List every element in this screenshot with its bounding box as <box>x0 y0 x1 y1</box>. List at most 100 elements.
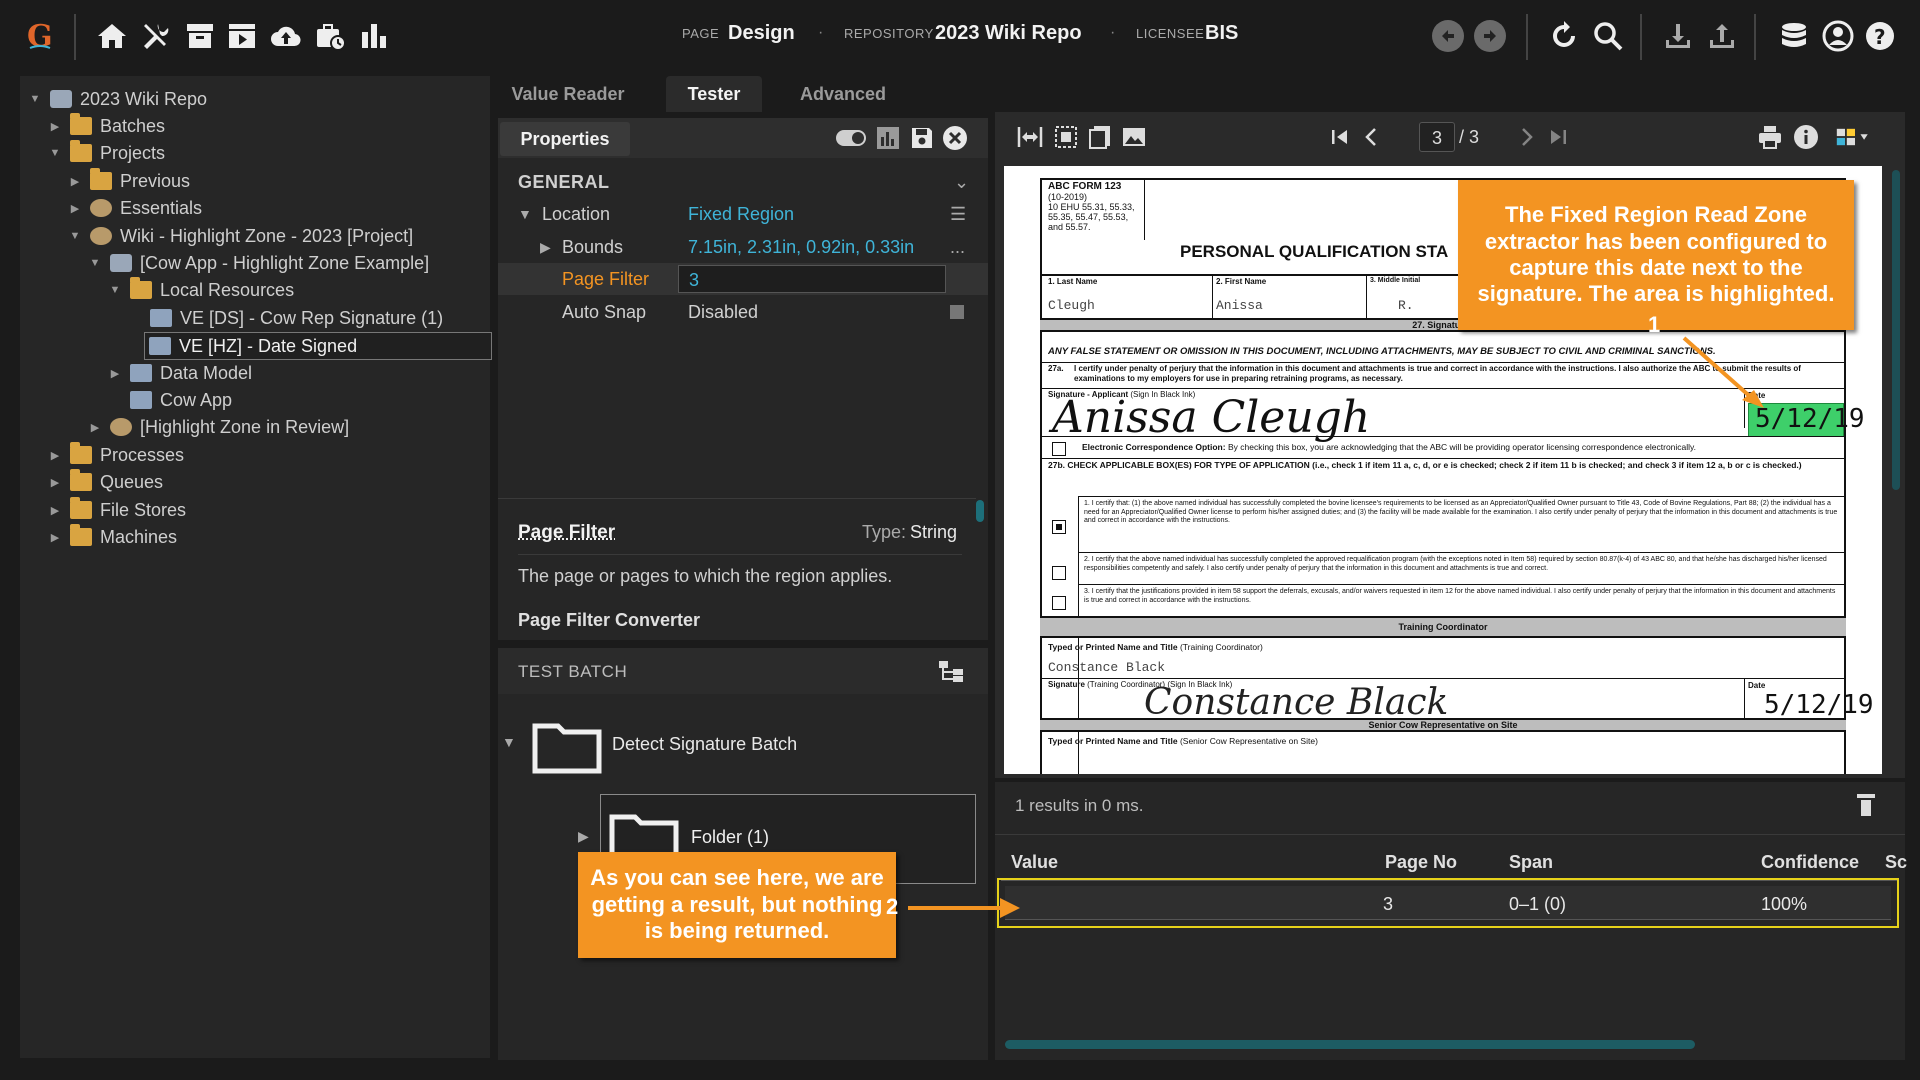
last-page-icon[interactable] <box>1543 122 1573 152</box>
chart-icon[interactable] <box>876 126 900 150</box>
tab-value-reader[interactable]: Value Reader <box>504 76 632 112</box>
training-signature: Constance Black <box>1144 682 1449 723</box>
first-page-icon[interactable] <box>1325 122 1355 152</box>
column-confidence[interactable]: Confidence <box>1761 852 1859 873</box>
properties-tab[interactable]: Properties <box>500 122 630 156</box>
folder-icon <box>130 277 152 299</box>
column-page-no[interactable]: Page No <box>1385 852 1457 873</box>
tree-node-local-resources[interactable]: ▼ Local Resources <box>108 277 294 303</box>
batch-folder-icon[interactable] <box>532 718 602 774</box>
download-icon[interactable] <box>1658 16 1698 56</box>
chevron-down-icon[interactable]: ⌄ <box>954 172 969 193</box>
bounds-value[interactable]: 7.15in, 2.31in, 0.92in, 0.33in <box>688 237 914 258</box>
cloud-upload-icon[interactable] <box>266 16 306 56</box>
next-page-icon[interactable] <box>1511 122 1541 152</box>
auto-snap-checkbox[interactable] <box>950 305 964 319</box>
section-general[interactable]: GENERAL ⌄ <box>498 166 988 198</box>
print-icon[interactable] <box>1755 122 1785 152</box>
property-auto-snap[interactable]: Auto Snap Disabled <box>498 296 988 328</box>
tree-node-machines[interactable]: ▶ Machines <box>48 524 177 550</box>
save-icon[interactable] <box>910 126 934 150</box>
tab-tester[interactable]: Tester <box>666 76 762 112</box>
more-button[interactable]: ... <box>950 237 965 258</box>
electronic-option-checkbox[interactable] <box>1052 442 1066 456</box>
run-icon[interactable] <box>222 16 262 56</box>
chart-icon[interactable] <box>354 16 394 56</box>
page-number-input[interactable]: 3 <box>1419 122 1455 152</box>
property-location[interactable]: ▼ Location Fixed Region ☰ <box>498 198 988 230</box>
column-value[interactable]: Value <box>1011 852 1058 873</box>
folder-icon <box>70 497 92 519</box>
expand-arrow-icon[interactable]: ▶ <box>540 239 551 256</box>
tools-icon[interactable] <box>136 16 176 56</box>
tree-node-processes[interactable]: ▶ Processes <box>48 442 184 468</box>
batch-expand-arrow-icon[interactable]: ▼ <box>502 734 516 750</box>
separator-dot: · <box>1110 24 1116 41</box>
scrollbar-thumb[interactable] <box>976 500 984 522</box>
tree-node-wiki-project[interactable]: ▼ Wiki - Highlight Zone - 2023 [Project] <box>68 223 414 249</box>
fit-width-icon[interactable] <box>1015 122 1045 152</box>
tree-node-ve-ds[interactable]: VE [DS] - Cow Rep Signature (1) <box>128 305 443 331</box>
folder-expand-arrow-icon[interactable]: ▶ <box>578 828 589 845</box>
archive-icon[interactable] <box>180 16 220 56</box>
tree-node-data-model[interactable]: ▶ Data Model <box>108 360 252 386</box>
refresh-icon[interactable] <box>1544 16 1584 56</box>
tree-node-essentials[interactable]: ▶ Essentials <box>68 195 202 221</box>
collapse-arrow-icon[interactable]: ▼ <box>518 206 532 222</box>
folder-icon <box>70 524 92 546</box>
tree-node-cow-app-example[interactable]: ▼ [Cow App - Highlight Zone Example] <box>88 250 430 276</box>
location-value[interactable]: Fixed Region <box>688 204 794 225</box>
search-icon[interactable] <box>1588 16 1628 56</box>
menu-icon[interactable]: ☰ <box>950 204 966 225</box>
info-icon[interactable] <box>1791 122 1821 152</box>
back-button[interactable] <box>1432 20 1464 52</box>
tab-advanced[interactable]: Advanced <box>788 76 898 112</box>
column-span[interactable]: Span <box>1509 852 1553 873</box>
image-icon[interactable] <box>1119 122 1149 152</box>
database-icon[interactable] <box>1774 16 1814 56</box>
help-icon[interactable]: ? <box>1860 16 1900 56</box>
upload-icon[interactable] <box>1702 16 1742 56</box>
tree-node-ve-hz-selected[interactable]: VE [HZ] - Date Signed <box>144 332 492 360</box>
divider <box>1078 552 1846 553</box>
table-row[interactable]: 3 0–1 (0) 100% <box>1005 886 1891 920</box>
page-name: Design <box>728 22 795 44</box>
home-icon[interactable] <box>92 16 132 56</box>
tree-node-projects[interactable]: ▼ Projects <box>48 140 165 166</box>
tree-node-highlight-review[interactable]: ▶ [Highlight Zone in Review] <box>88 414 349 440</box>
layout-menu-icon[interactable] <box>1833 122 1877 152</box>
user-icon[interactable] <box>1818 16 1858 56</box>
toggle-icon[interactable] <box>836 130 866 146</box>
tree-node-batches[interactable]: ▶ Batches <box>48 113 165 139</box>
previous-page-icon[interactable] <box>1357 122 1387 152</box>
option2-checkbox[interactable] <box>1052 566 1066 580</box>
batch-name[interactable]: Detect Signature Batch <box>612 734 797 755</box>
option3-checkbox[interactable] <box>1052 596 1066 610</box>
tree-node-repo[interactable]: ▼ 2023 Wiki Repo <box>28 86 208 112</box>
form-title: PERSONAL QUALIFICATION STA <box>1180 242 1449 261</box>
tree-node-queues[interactable]: ▶ Queues <box>48 469 163 495</box>
tree-node-file-stores[interactable]: ▶ File Stores <box>48 497 186 523</box>
property-page-filter[interactable]: Page Filter 3 <box>498 263 988 295</box>
tree-node-cow-app[interactable]: Cow App <box>108 387 232 413</box>
filter-icon[interactable] <box>1855 792 1877 818</box>
app-logo-icon[interactable]: G <box>20 16 60 56</box>
page-filter-input[interactable]: 3 <box>678 265 946 293</box>
briefcase-clock-icon[interactable] <box>310 16 350 56</box>
forward-button[interactable] <box>1474 20 1506 52</box>
divider <box>1040 678 1846 679</box>
horizontal-scrollbar[interactable] <box>1005 1040 1695 1049</box>
value-extractor-icon <box>149 337 171 355</box>
viewer-scrollbar[interactable] <box>1892 170 1900 490</box>
column-score[interactable]: Sc <box>1885 852 1907 873</box>
folder-icon <box>70 442 92 464</box>
tree-structure-icon[interactable] <box>938 660 964 682</box>
project-icon <box>90 227 112 245</box>
pages-icon[interactable] <box>1085 122 1115 152</box>
option1-checkbox[interactable] <box>1052 520 1066 534</box>
property-bounds[interactable]: ▶ Bounds 7.15in, 2.31in, 0.92in, 0.33in … <box>498 231 988 263</box>
tree-node-previous[interactable]: ▶ Previous <box>68 168 190 194</box>
result-span: 0–1 (0) <box>1509 894 1567 914</box>
close-icon[interactable] <box>942 125 968 151</box>
select-region-icon[interactable] <box>1051 122 1081 152</box>
